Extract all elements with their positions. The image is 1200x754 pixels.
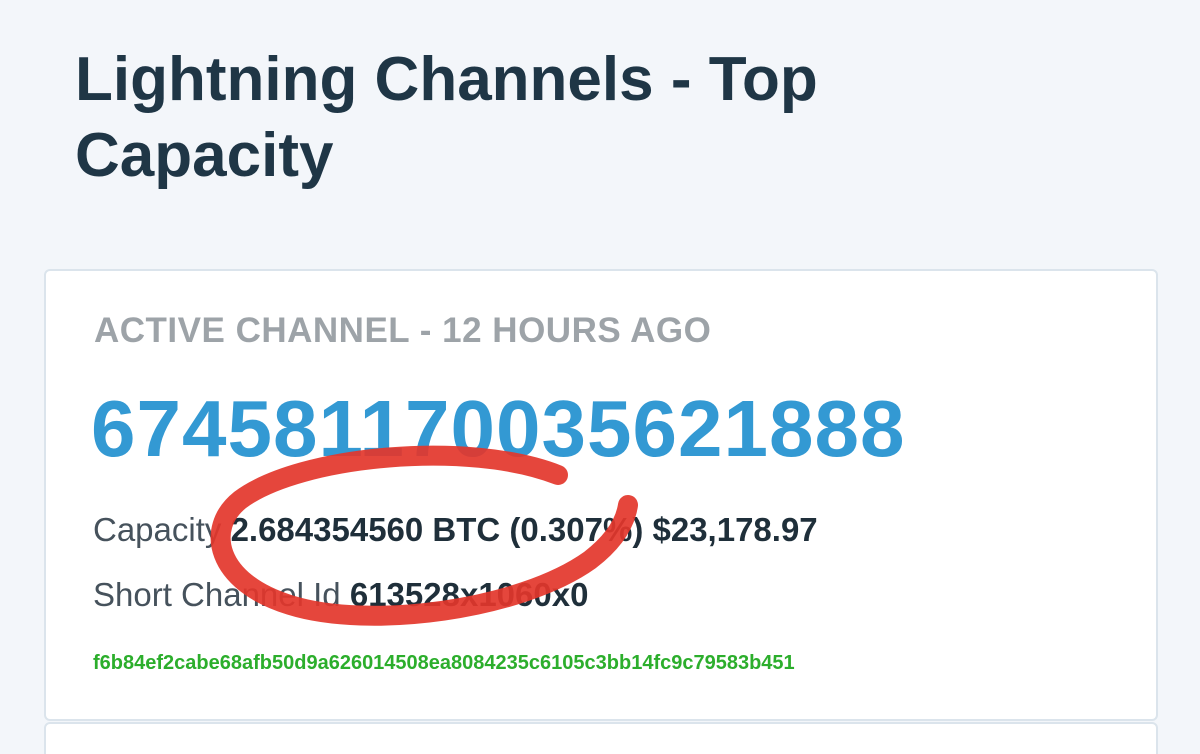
channel-card[interactable]: ACTIVE CHANNEL - 12 HOURS AGO 6745811700… <box>44 269 1158 721</box>
page: Lightning Channels - Top Capacity ACTIVE… <box>0 0 1200 754</box>
capacity-value: 2.684354560 BTC (0.307%) $23,178.97 <box>230 511 818 548</box>
short-channel-id-row: Short Channel Id 613528x1060x0 <box>93 576 588 614</box>
capacity-row: Capacity 2.684354560 BTC (0.307%) $23,17… <box>93 511 818 549</box>
next-channel-card[interactable] <box>44 722 1158 754</box>
funding-txid-link[interactable]: f6b84ef2cabe68afb50d9a626014508ea8084235… <box>93 652 795 675</box>
capacity-label: Capacity <box>93 511 222 548</box>
short-channel-id-label: Short Channel Id <box>93 576 341 613</box>
channel-id-link[interactable]: 674581170035621888 <box>91 383 905 475</box>
channel-status: ACTIVE CHANNEL - 12 HOURS AGO <box>94 311 712 350</box>
page-title: Lightning Channels - Top Capacity <box>75 45 818 190</box>
short-channel-id-value: 613528x1060x0 <box>349 576 589 613</box>
